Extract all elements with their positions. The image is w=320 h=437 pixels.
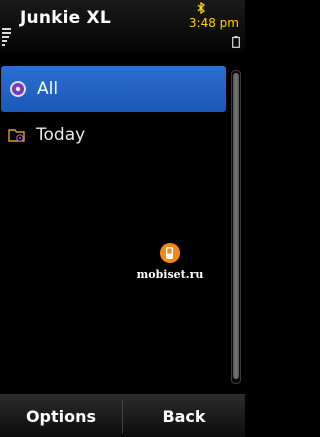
folder-icon: [8, 129, 25, 142]
softkey-bar: Options Back: [0, 394, 245, 437]
status-bar: Junkie XL 3:48 pm: [0, 0, 245, 52]
disc-icon: [10, 81, 26, 97]
watermark: mobiset.ru: [125, 242, 215, 281]
list-item-today[interactable]: Today: [0, 112, 226, 158]
mobiset-logo-icon: [160, 243, 180, 263]
scrollbar[interactable]: [231, 70, 241, 384]
list-item-all[interactable]: All: [1, 66, 226, 112]
signal-strength-icon: [2, 28, 11, 46]
options-softkey[interactable]: Options: [0, 395, 122, 437]
list-item-label: All: [37, 79, 59, 99]
scroll-thumb[interactable]: [233, 73, 239, 379]
watermark-text: mobiset.ru: [136, 268, 204, 281]
list-item-label: Today: [36, 125, 86, 145]
battery-icon: [232, 36, 240, 48]
back-softkey[interactable]: Back: [123, 395, 245, 437]
playlist-list: All Today: [0, 66, 226, 158]
app-title: Junkie XL: [20, 8, 111, 28]
clock: 3:48 pm: [188, 16, 239, 30]
bluetooth-icon: [197, 2, 205, 14]
